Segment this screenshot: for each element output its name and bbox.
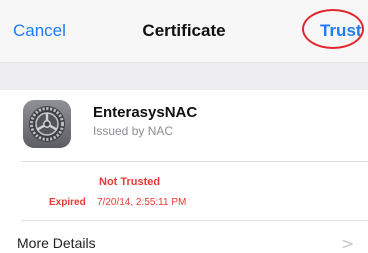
chevron-right-icon: > bbox=[341, 234, 355, 253]
section-separator bbox=[0, 62, 368, 90]
page-title: Certificate bbox=[142, 21, 226, 40]
more-details-row[interactable]: More Details > bbox=[0, 221, 368, 253]
expired-label: Expired bbox=[49, 197, 86, 208]
trust-button[interactable]: Trust bbox=[320, 21, 362, 41]
divider bbox=[21, 161, 368, 162]
certificate-issuer: Issued by NAC bbox=[93, 124, 174, 138]
more-details-label: More Details bbox=[17, 235, 96, 251]
navigation-bar: Cancel Certificate Trust bbox=[0, 0, 368, 62]
certificate-name: EnterasysNAC bbox=[93, 104, 198, 121]
trust-status-text: Not Trusted bbox=[99, 176, 161, 188]
settings-gear-icon bbox=[23, 100, 71, 148]
expired-date: 7/20/14, 2:55:11 PM bbox=[97, 197, 187, 208]
